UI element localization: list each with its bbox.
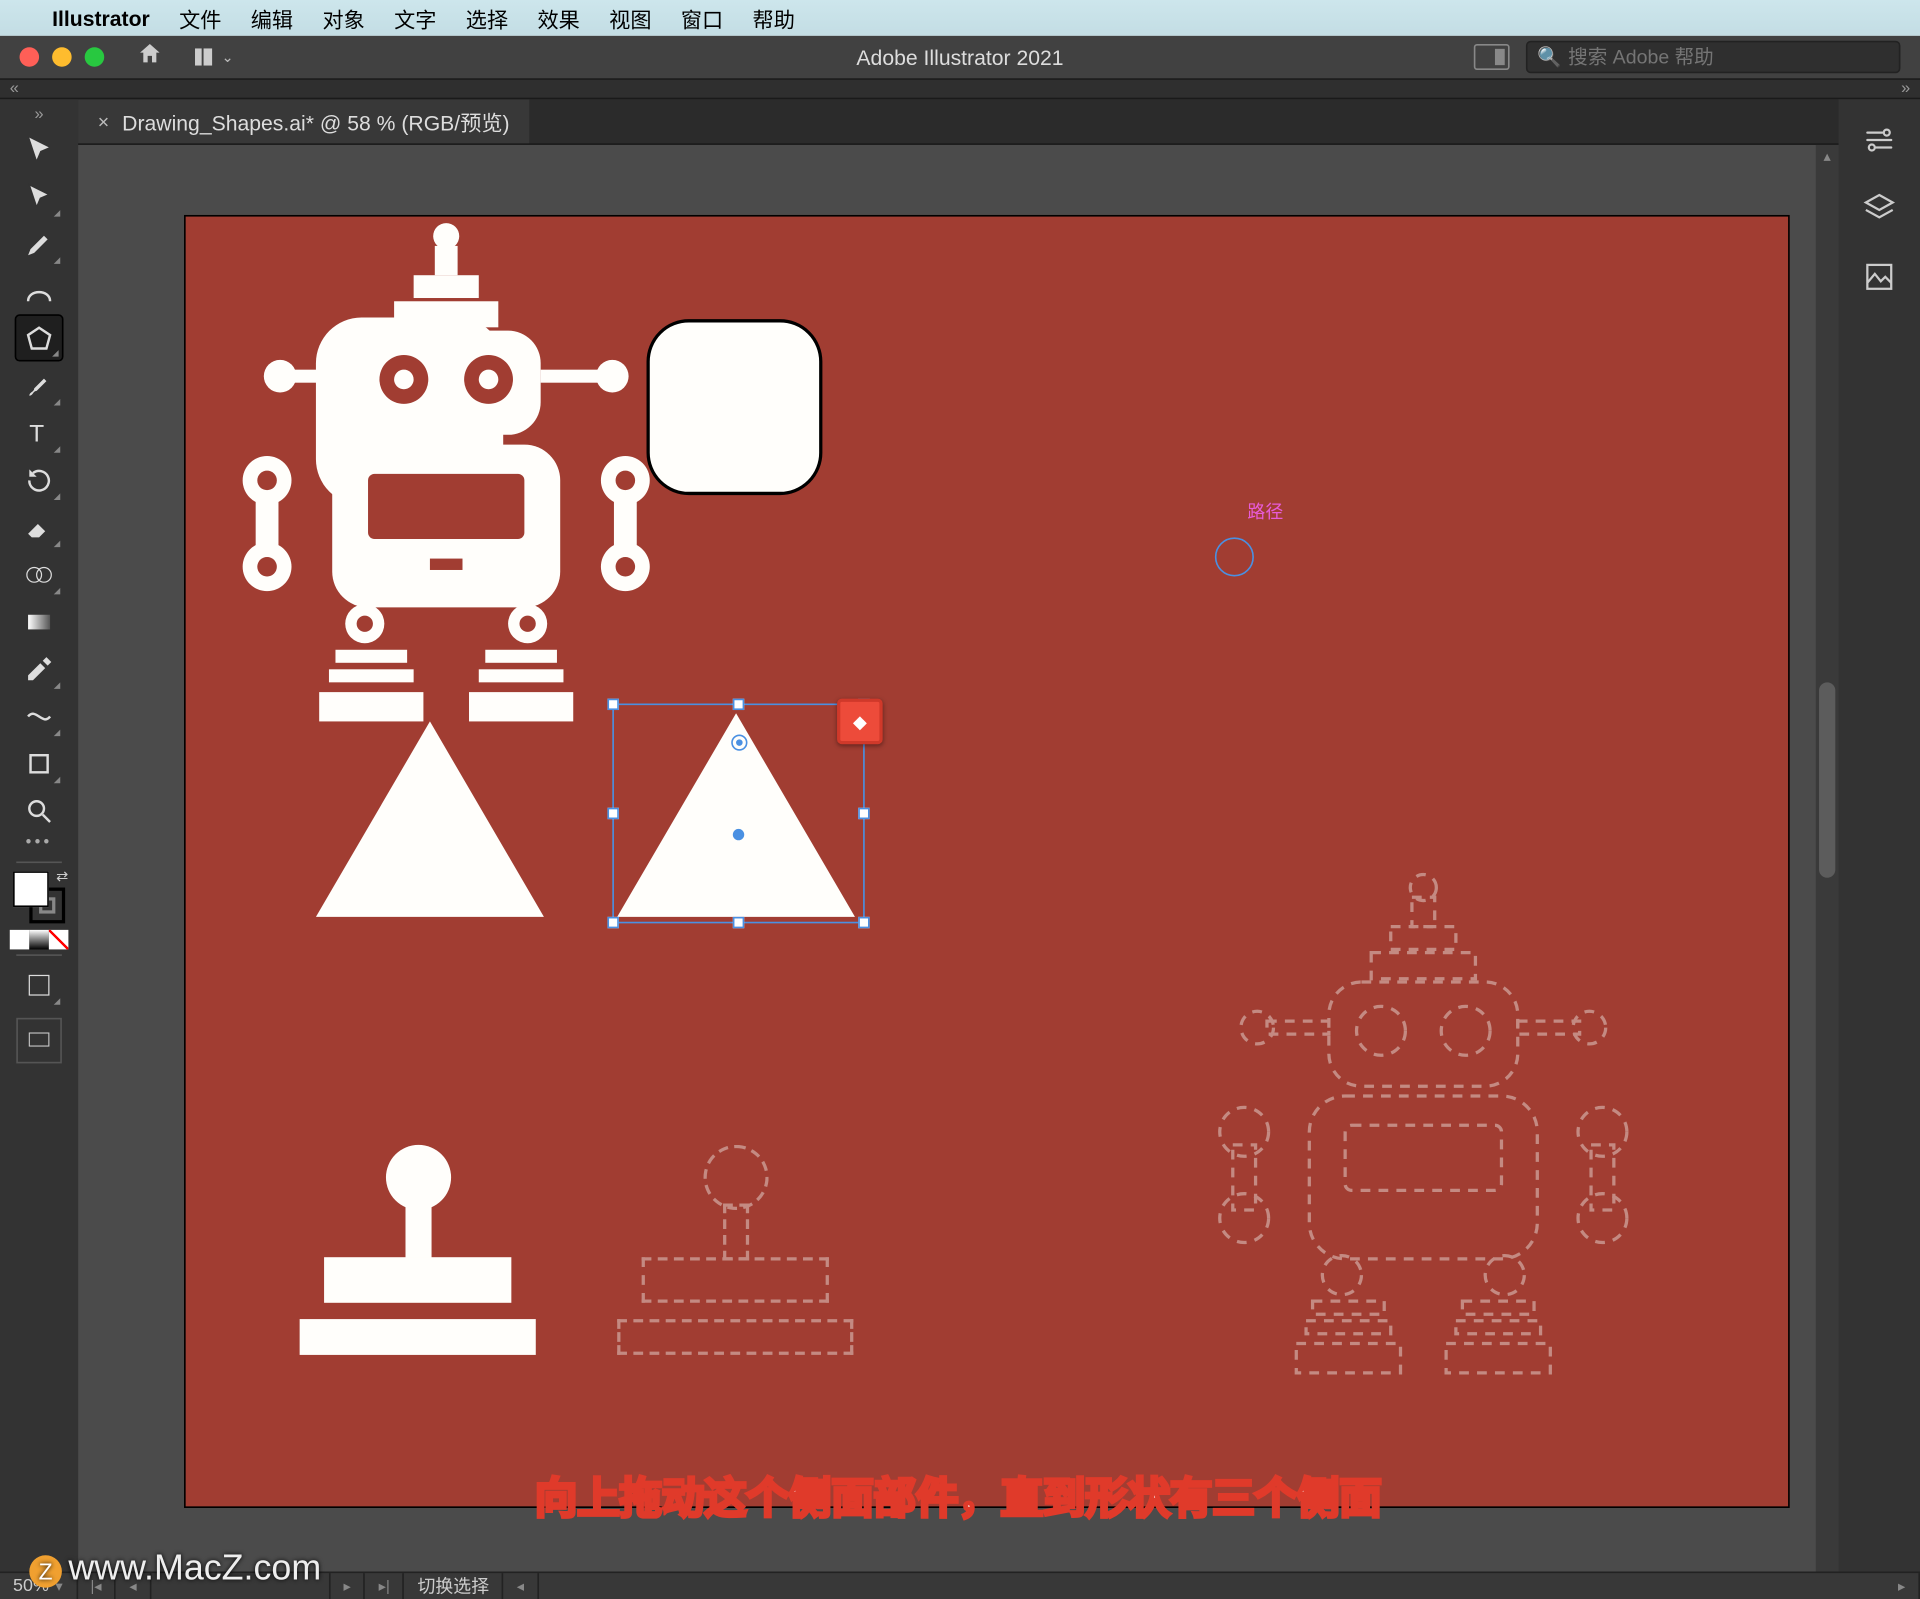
properties-panel-icon[interactable]: [1852, 112, 1907, 167]
resize-handle-mr[interactable]: [858, 807, 869, 818]
svg-text:T: T: [29, 420, 44, 447]
window-close-button[interactable]: [20, 47, 40, 67]
mac-menubar: Illustrator 文件 编辑 对象 文字 选择 效果 视图 窗口 帮助: [0, 0, 1920, 36]
artboard-nav-prev[interactable]: ◂: [116, 1573, 151, 1599]
chevron-right-icon: »: [1901, 80, 1910, 98]
menu-edit[interactable]: 编辑: [251, 2, 293, 33]
libraries-panel-icon[interactable]: [1852, 249, 1907, 304]
resize-handle-br[interactable]: [858, 917, 869, 928]
polygon-tool[interactable]: [15, 314, 64, 361]
edit-toolbar-button[interactable]: •••: [15, 834, 64, 857]
window-minimize-button[interactable]: [52, 47, 72, 67]
artboard-nav-first[interactable]: |◂: [77, 1573, 116, 1599]
zoom-level[interactable]: 50% ▾: [0, 1573, 77, 1599]
fill-swatch[interactable]: [13, 871, 49, 907]
hover-tooltip-path: 路径: [1247, 498, 1283, 524]
canvas[interactable]: 路径: [78, 145, 1838, 1572]
fill-stroke-swatch[interactable]: ⇄: [13, 871, 65, 923]
chevron-left-icon: «: [10, 80, 19, 98]
status-bar: 50% ▾ |◂ ◂ ▸ ▸| 切换选择 ◂ ▸: [0, 1572, 1920, 1599]
artboard-nav-last[interactable]: ▸|: [366, 1573, 405, 1599]
zoom-tool[interactable]: [15, 787, 64, 834]
zoom-value: 50%: [13, 1576, 49, 1596]
robot-shape-outline[interactable]: [1163, 868, 1684, 1397]
stamp-shape[interactable]: [324, 1145, 511, 1355]
robot-shape[interactable]: [186, 217, 707, 746]
menu-help[interactable]: 帮助: [753, 2, 795, 33]
width-tool[interactable]: [15, 692, 64, 739]
polygon-side-widget[interactable]: [837, 699, 883, 745]
triangle-shape-1[interactable]: [316, 721, 544, 916]
search-icon: 🔍: [1537, 46, 1561, 69]
stamp-shape-outline[interactable]: [642, 1145, 829, 1355]
selection-mode-label: 切换选择: [417, 1573, 489, 1599]
menu-object[interactable]: 对象: [322, 2, 364, 33]
artboard-tool[interactable]: [15, 739, 64, 786]
gradient-tool[interactable]: [15, 598, 64, 645]
status-scroll-next[interactable]: ▸: [1885, 1573, 1920, 1599]
menu-select[interactable]: 选择: [466, 2, 508, 33]
home-button[interactable]: [137, 41, 163, 74]
resize-handle-tm[interactable]: [732, 699, 743, 710]
shape-builder-tool[interactable]: [15, 550, 64, 597]
workspace: » T ••• ⇄: [0, 99, 1920, 1571]
swap-fill-stroke-icon[interactable]: ⇄: [56, 868, 68, 886]
resize-handle-bm[interactable]: [732, 917, 743, 928]
app-title: Adobe Illustrator 2021: [856, 45, 1063, 69]
menu-file[interactable]: 文件: [179, 2, 221, 33]
artboard[interactable]: 路径: [184, 215, 1790, 1508]
right-panel-dock: [1839, 99, 1920, 1571]
document-tabs: × Drawing_Shapes.ai* @ 58 % (RGB/预览): [78, 99, 1838, 145]
draw-mode-button[interactable]: [15, 961, 64, 1008]
arrange-documents-button[interactable]: ⌄: [192, 46, 234, 69]
app-menu[interactable]: Illustrator: [52, 6, 150, 30]
chevron-down-icon: ▾: [55, 1577, 62, 1595]
resize-handle-bl[interactable]: [607, 917, 618, 928]
screen-mode-button[interactable]: [16, 1018, 62, 1064]
menu-view[interactable]: 视图: [609, 2, 651, 33]
center-point-handle[interactable]: [732, 829, 743, 840]
scrollbar-thumb[interactable]: [1819, 682, 1835, 877]
layers-panel-icon[interactable]: [1852, 181, 1907, 236]
rotate-tool[interactable]: [15, 456, 64, 503]
status-scroll-prev[interactable]: ◂: [504, 1573, 539, 1599]
paintbrush-tool[interactable]: [15, 362, 64, 409]
selection-mode[interactable]: 切换选择: [404, 1573, 503, 1599]
selection-tool[interactable]: [15, 125, 64, 172]
control-bar-collapsed[interactable]: « »: [0, 78, 1920, 99]
document-tab-label: Drawing_Shapes.ai* @ 58 % (RGB/预览): [122, 106, 509, 137]
eraser-tool[interactable]: [15, 503, 64, 550]
curvature-tool[interactable]: [15, 267, 64, 314]
direct-selection-tool[interactable]: [15, 173, 64, 220]
eyedropper-tool[interactable]: [15, 645, 64, 692]
help-search[interactable]: 🔍: [1526, 41, 1901, 74]
type-tool[interactable]: T: [15, 409, 64, 456]
close-tab-icon[interactable]: ×: [98, 110, 109, 133]
pen-tool[interactable]: [15, 220, 64, 267]
tools-collapse-icon[interactable]: »: [0, 106, 78, 126]
window-zoom-button[interactable]: [85, 47, 105, 67]
app-titlebar: ⌄ Adobe Illustrator 2021 🔍: [0, 36, 1920, 78]
color-mode-solid[interactable]: [10, 930, 30, 950]
help-search-input[interactable]: [1568, 46, 1889, 69]
color-mode-none[interactable]: [49, 930, 69, 950]
color-mode-buttons[interactable]: [10, 930, 69, 950]
document-tab[interactable]: × Drawing_Shapes.ai* @ 58 % (RGB/预览): [78, 99, 529, 143]
document-area: × Drawing_Shapes.ai* @ 58 % (RGB/预览): [78, 99, 1838, 1571]
vertical-scrollbar[interactable]: [1816, 145, 1839, 1572]
hover-anchor-ring[interactable]: [1215, 537, 1254, 576]
screen-mode-icon[interactable]: [1474, 44, 1510, 70]
menu-type[interactable]: 文字: [394, 2, 436, 33]
tools-panel: » T ••• ⇄: [0, 99, 78, 1571]
color-mode-gradient[interactable]: [29, 930, 49, 950]
artboard-nav-next[interactable]: ▸: [331, 1573, 366, 1599]
top-anchor-handle[interactable]: [730, 734, 746, 750]
resize-handle-ml[interactable]: [607, 807, 618, 818]
menu-effect[interactable]: 效果: [537, 2, 579, 33]
menu-window[interactable]: 窗口: [681, 2, 723, 33]
